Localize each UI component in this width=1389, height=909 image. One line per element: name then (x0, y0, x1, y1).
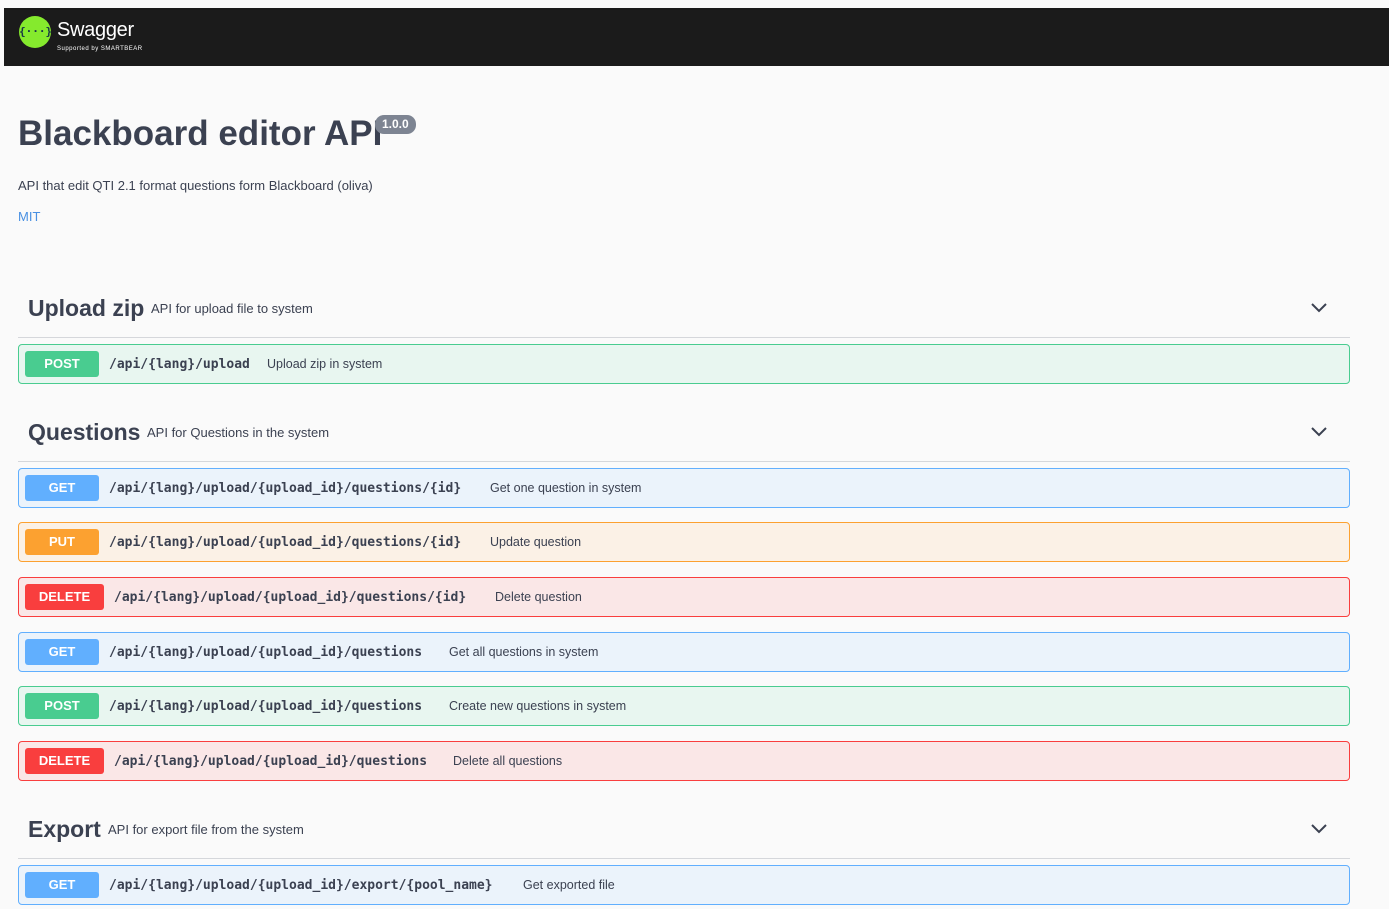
operation-summary: Get one question in system (490, 481, 642, 495)
method-badge: DELETE (25, 584, 104, 610)
swagger-logo-icon[interactable]: {···} (19, 16, 52, 48)
brand-tagline: Supported by SMARTBEAR (57, 46, 143, 52)
operation-path: /api/{lang}/upload/{upload_id}/questions… (109, 481, 462, 496)
method-badge: DELETE (25, 748, 104, 774)
operation-path: /api/{lang}/upload/{upload_id}/export/{p… (109, 878, 493, 893)
chevron-down-icon[interactable] (1310, 422, 1328, 440)
operation-row[interactable]: POST /api/{lang}/upload/{upload_id}/ques… (18, 686, 1350, 726)
license-link[interactable]: MIT (18, 209, 40, 224)
api-description: API that edit QTI 2.1 format questions f… (18, 178, 373, 193)
method-badge: GET (25, 475, 99, 501)
tag-header-questions[interactable]: Questions API for Questions in the syste… (18, 402, 1350, 462)
operation-row[interactable]: PUT /api/{lang}/upload/{upload_id}/quest… (18, 522, 1350, 562)
chevron-down-icon[interactable] (1310, 819, 1328, 837)
operation-row[interactable]: GET /api/{lang}/upload/{upload_id}/quest… (18, 468, 1350, 508)
chevron-down-icon[interactable] (1310, 298, 1328, 316)
brand-name[interactable]: Swagger (57, 19, 134, 42)
operation-path: /api/{lang}/upload/{upload_id}/questions (109, 645, 423, 660)
method-badge: GET (25, 639, 99, 665)
tag-name: Upload zip (28, 295, 145, 321)
tag-description: API for upload file to system (151, 301, 313, 316)
method-badge: GET (25, 872, 99, 898)
operation-row[interactable]: POST /api/{lang}/upload Upload zip in sy… (18, 344, 1350, 384)
method-badge: POST (25, 693, 99, 719)
method-badge: PUT (25, 529, 99, 555)
operation-path: /api/{lang}/upload/{upload_id}/questions (109, 699, 423, 714)
tag-header-export[interactable]: Export API for export file from the syst… (18, 799, 1350, 859)
operation-row[interactable]: DELETE /api/{lang}/upload/{upload_id}/qu… (18, 577, 1350, 617)
method-badge: POST (25, 351, 99, 377)
operation-path: /api/{lang}/upload (109, 357, 250, 372)
tag-header-upload-zip[interactable]: Upload zip API for upload file to system (18, 278, 1350, 338)
version-badge: 1.0.0 (375, 115, 416, 134)
operation-path: /api/{lang}/upload/{upload_id}/questions (114, 754, 428, 769)
operation-summary: Upload zip in system (267, 357, 383, 371)
operation-summary: Create new questions in system (449, 699, 627, 713)
operation-row[interactable]: GET /api/{lang}/upload/{upload_id}/expor… (18, 865, 1350, 905)
operation-row[interactable]: GET /api/{lang}/upload/{upload_id}/quest… (18, 632, 1350, 672)
operation-summary: Get exported file (523, 878, 615, 892)
operation-row[interactable]: DELETE /api/{lang}/upload/{upload_id}/qu… (18, 741, 1350, 781)
operation-summary: Update question (490, 535, 582, 549)
topbar: {···} Swagger Supported by SMARTBEAR (4, 8, 1389, 66)
page-title: Blackboard editor API (18, 114, 383, 153)
tag-name: Export (28, 816, 101, 842)
operation-path: /api/{lang}/upload/{upload_id}/questions… (114, 590, 467, 605)
operation-summary: Get all questions in system (449, 645, 599, 659)
operation-summary: Delete question (495, 590, 582, 604)
tag-name: Questions (28, 419, 141, 445)
operation-path: /api/{lang}/upload/{upload_id}/questions… (109, 535, 462, 550)
operation-summary: Delete all questions (453, 754, 563, 768)
tag-description: API for export file from the system (108, 822, 304, 837)
tag-description: API for Questions in the system (147, 425, 330, 440)
